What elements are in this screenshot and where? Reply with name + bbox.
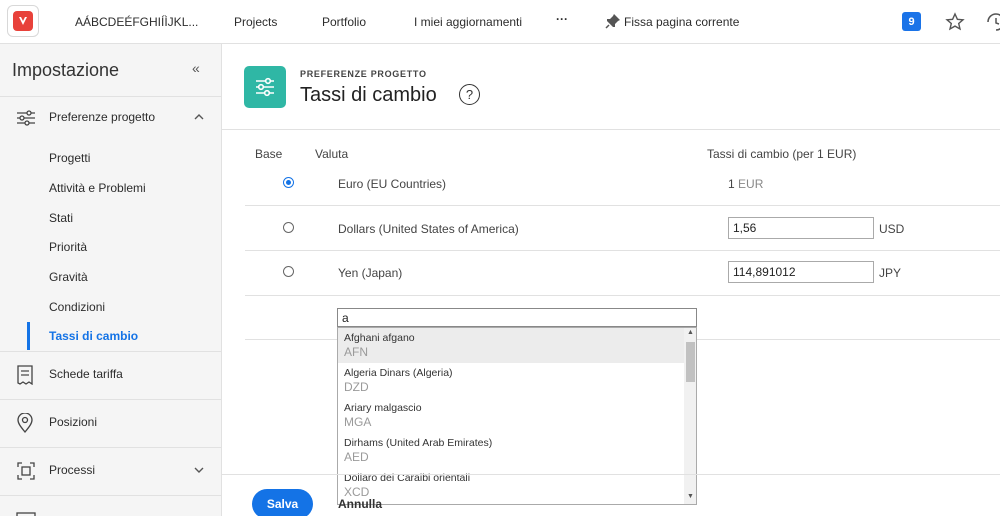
help-icon[interactable]: ? [459,84,480,105]
location-pin-icon [16,412,34,438]
option-code: AED [344,450,369,464]
dropdown-scrollbar[interactable]: ▲ ▼ [684,328,696,504]
top-bar: AÁBCDEÉFGHIÍÌJKL... Projects Portfolio I… [0,0,1000,44]
dropdown-option[interactable]: Dirhams (United Arab Emirates) AED [338,433,684,468]
page-header: PREFERENZE PROGETTO Tassi di cambio ? [222,44,1000,130]
app-name-link[interactable]: AÁBCDEÉFGHIÍÌJKL... [75,15,198,29]
option-code: MGA [344,415,372,429]
sidebar-divider [0,399,222,400]
chevron-down-icon[interactable] [193,463,205,481]
sliders-icon [16,108,36,133]
scrollbar-thumb[interactable] [686,342,695,382]
star-icon[interactable] [945,12,965,37]
sidebar-item-label: Gravità [49,270,88,284]
column-header-rate: Tassi di cambio (per 1 EUR) [707,147,857,161]
currency-name: Yen (Japan) [338,266,403,280]
sidebar-item-label: Attività e Problemi [49,181,146,195]
sidebar-section-label: Posizioni [49,415,98,429]
option-code: AFN [344,345,368,359]
exchange-rate-input[interactable] [728,261,874,283]
sidebar-item-severities[interactable]: Gravità [0,263,222,291]
sidebar: Impostazione « Preferenze progetto Proge… [0,44,222,516]
chevron-up-icon[interactable] [193,110,205,128]
page-title: Tassi di cambio [300,84,437,106]
footer-divider [222,474,1000,475]
option-name: Ariary malgascio [344,402,422,414]
column-header-currency: Valuta [315,147,349,161]
table-row: Dollars (United States of America) USD [245,206,1000,251]
currency-search-input[interactable] [337,308,697,327]
currency-dropdown: Afghani afgano AFN Algeria Dinars (Alger… [337,327,697,505]
sidebar-item-tasks-issues[interactable]: Attività e Problemi [0,174,222,202]
exchange-rate-input[interactable] [728,217,874,239]
app-logo[interactable] [7,5,39,37]
nav-projects[interactable]: Projects [234,15,277,29]
dropdown-option[interactable]: Ariary malgascio MGA [338,398,684,433]
sidebar-title: Impostazione [12,60,120,80]
option-name: Afghani afgano [344,332,415,344]
cancel-button[interactable]: Annulla [338,497,382,511]
page-supertitle: PREFERENZE PROGETTO [300,69,427,79]
active-indicator [27,322,30,350]
sidebar-divider [0,447,222,448]
currency-code: USD [879,222,905,236]
sidebar-section-rate-cards[interactable]: Schede tariffa [0,353,222,397]
option-code: DZD [344,380,369,394]
nav-portfolio[interactable]: Portfolio [322,15,366,29]
sidebar-divider [0,351,222,352]
currency-name: Dollars (United States of America) [338,222,519,236]
dropdown-option[interactable]: Afghani afgano AFN [338,328,684,363]
process-icon [16,461,36,486]
base-radio[interactable] [283,222,294,233]
sidebar-item-projects[interactable]: Progetti [0,144,222,172]
sidebar-section-processes[interactable]: Processi [0,449,222,493]
sidebar-item-priorities[interactable]: Priorità [0,233,222,261]
save-button[interactable]: Salva [252,489,313,516]
sidebar-divider [0,495,222,496]
base-radio[interactable] [283,266,294,277]
scroll-down-arrow-icon[interactable]: ▼ [687,493,694,500]
dropdown-option[interactable]: Algeria Dinars (Algeria) DZD [338,363,684,398]
preferences-sliders-icon [244,66,286,108]
history-icon[interactable] [986,12,1000,37]
base-rate-value: 1 EUR [728,177,764,191]
sidebar-item-label: Priorità [49,240,88,254]
scroll-up-arrow-icon[interactable]: ▲ [687,329,694,336]
document-icon[interactable] [16,508,36,516]
receipt-icon [16,365,34,390]
sidebar-section-label: Preferenze progetto [49,110,156,124]
sidebar-section-project-preferences[interactable]: Preferenze progetto [0,96,222,140]
more-menu-button[interactable]: ··· [556,12,568,26]
option-name: Dirhams (United Arab Emirates) [344,437,493,449]
logo-mark-icon [13,11,33,31]
sidebar-section-label: Schede tariffa [49,367,123,381]
sidebar-collapse-button[interactable]: « [192,60,200,76]
base-radio[interactable] [283,177,294,188]
sidebar-item-label: Condizioni [49,300,106,314]
sidebar-item-label: Tassi di cambio [49,329,139,343]
nav-my-updates[interactable]: I miei aggiornamenti [414,15,522,29]
table-row: Euro (EU Countries) 1 EUR [245,161,1000,206]
sidebar-item-conditions[interactable]: Condizioni [0,293,222,321]
sidebar-item-exchange-rates[interactable]: Tassi di cambio [0,322,222,350]
sidebar-section-label: Processi [49,463,96,477]
notifications-badge[interactable]: 9 [902,12,921,31]
column-header-base: Base [255,147,283,161]
sidebar-section-locations[interactable]: Posizioni [0,401,222,445]
sidebar-item-label: Stati [49,211,74,225]
sidebar-item-label: Progetti [49,151,91,165]
pin-current-page-link[interactable]: Fissa pagina corrente [624,15,739,29]
table-row: Yen (Japan) JPY [245,251,1000,296]
option-name: Algeria Dinars (Algeria) [344,367,453,379]
currency-code: JPY [879,266,902,280]
pin-icon[interactable] [605,13,621,34]
currency-name: Euro (EU Countries) [338,177,447,191]
sidebar-item-statuses[interactable]: Stati [0,204,222,232]
